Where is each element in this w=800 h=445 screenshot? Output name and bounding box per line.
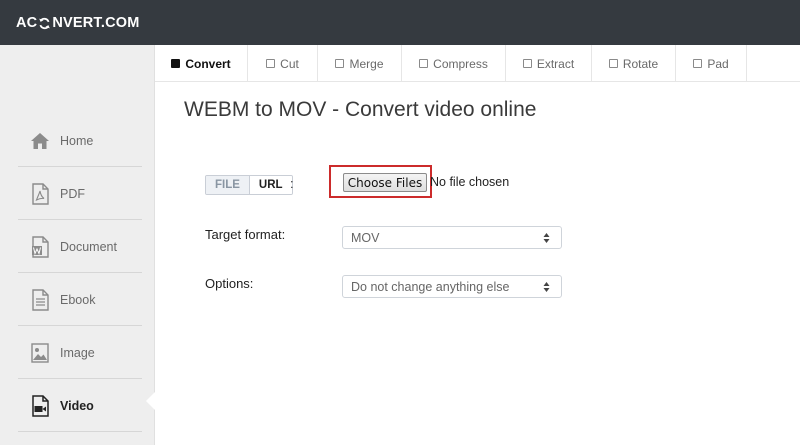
select-arrows-icon <box>543 233 550 243</box>
checkbox-empty-icon <box>335 59 345 68</box>
checkbox-empty-icon <box>608 59 618 68</box>
tab-label: Convert <box>185 56 231 71</box>
logo-text-part1: AC <box>16 15 38 31</box>
source-separator: : <box>290 176 294 191</box>
tab-merge[interactable]: Merge <box>318 45 402 82</box>
options-label: Options: <box>205 276 254 291</box>
pdf-file-icon <box>28 182 52 206</box>
target-format-select[interactable]: MOV <box>342 226 562 249</box>
checkbox-empty-icon <box>693 59 703 68</box>
source-toggle: FILE URL <box>205 175 293 195</box>
sidebar-item-label: Ebook <box>60 292 96 307</box>
tab-rotate[interactable]: Rotate <box>592 45 676 82</box>
choose-files-button[interactable]: Choose Files <box>343 173 427 192</box>
sidebar-item-ebook[interactable]: Ebook <box>18 274 142 326</box>
sidebar-item-label: Document <box>60 239 117 254</box>
options-select[interactable]: Do not change anything else <box>342 275 562 298</box>
video-camera-icon <box>28 394 52 418</box>
top-bar: AC NVERT.COM <box>0 0 800 45</box>
tab-label: Rotate <box>622 56 659 71</box>
tab-label: Merge <box>349 56 384 71</box>
tool-tabs: Convert Cut Merge Compress Extract Rotat… <box>155 45 800 82</box>
options-value: Do not change anything else <box>351 279 510 294</box>
sidebar-item-label: Video <box>60 398 94 413</box>
tab-convert[interactable]: Convert <box>155 45 248 82</box>
site-logo[interactable]: AC NVERT.COM <box>16 13 140 33</box>
target-format-value: MOV <box>351 230 380 245</box>
select-arrows-icon <box>543 282 550 292</box>
tab-cut[interactable]: Cut <box>248 45 318 82</box>
refresh-icon <box>39 17 51 29</box>
checkbox-empty-icon <box>522 59 532 68</box>
ebook-icon <box>28 288 52 312</box>
checkbox-empty-icon <box>419 59 429 68</box>
checkbox-empty-icon <box>266 59 276 68</box>
tab-label: Cut <box>280 56 299 71</box>
tab-label: Extract <box>536 56 575 71</box>
file-source-option[interactable]: FILE <box>206 176 250 194</box>
checkbox-filled-icon <box>171 59 181 68</box>
sidebar-item-document[interactable]: Document <box>18 221 142 273</box>
sidebar-item-label: Image <box>60 345 95 360</box>
sidebar-item-image[interactable]: Image <box>18 327 142 379</box>
sidebar-item-label: Home <box>60 133 94 148</box>
tab-pad[interactable]: Pad <box>676 45 747 82</box>
sidebar-item-video[interactable]: Video <box>18 380 142 432</box>
tab-label: Compress <box>433 56 488 71</box>
sidebar: Home PDF Document Ebook Image Video <box>0 45 155 445</box>
sidebar-item-pdf[interactable]: PDF <box>18 168 142 220</box>
tab-extract[interactable]: Extract <box>506 45 592 82</box>
word-document-icon <box>28 235 52 259</box>
active-item-pointer <box>146 392 155 410</box>
file-status-text: No file chosen <box>430 175 510 189</box>
home-icon <box>28 129 52 153</box>
logo-text-part2: NVERT.COM <box>52 15 140 31</box>
target-format-label: Target format: <box>205 227 286 242</box>
sidebar-item-label: PDF <box>60 186 85 201</box>
image-icon <box>28 341 52 365</box>
url-source-option[interactable]: URL <box>249 176 292 194</box>
tab-label: Pad <box>707 56 729 71</box>
tab-compress[interactable]: Compress <box>402 45 506 82</box>
sidebar-item-home[interactable]: Home <box>18 115 142 167</box>
page-title: WEBM to MOV - Convert video online <box>184 98 537 121</box>
